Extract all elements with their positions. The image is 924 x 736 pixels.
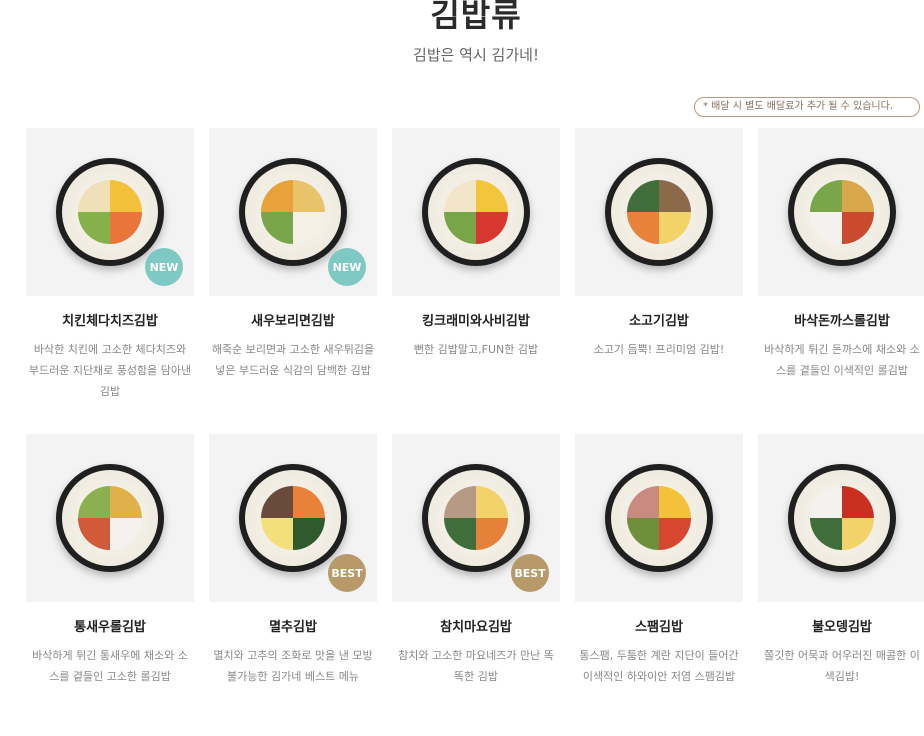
product-name[interactable]: 불오뎅김밥 <box>758 616 924 635</box>
product-image[interactable] <box>575 434 743 602</box>
product-description: 바삭하게 튀긴 통새우에 채소와 소스를 곁들인 고소한 롤김밥 <box>32 649 188 683</box>
kimbap-roll-image <box>605 464 713 572</box>
kimbap-roll-image <box>239 158 347 266</box>
product-name[interactable]: 킹크래미와사비김밥 <box>392 310 560 329</box>
filling <box>627 180 691 244</box>
rice-layer <box>611 164 707 260</box>
product-card[interactable]: NEW 치킨체다치즈김밥바삭한 치킨에 고소한 체다치즈와 부드러운 지단채로 풍… <box>26 128 194 430</box>
product-name[interactable]: 새우보리면김밥 <box>209 310 377 329</box>
rice-layer <box>794 470 890 566</box>
best-badge: BEST <box>328 554 366 592</box>
product-description: 참치와 고소한 마요네즈가 만난 똑똑한 김밥 <box>398 649 554 683</box>
product-grid: NEW 치킨체다치즈김밥바삭한 치킨에 고소한 체다치즈와 부드러운 지단채로 풍… <box>26 128 924 736</box>
product-image[interactable] <box>758 434 924 602</box>
filling <box>261 180 325 244</box>
product-image[interactable]: BEST <box>209 434 377 602</box>
product-card[interactable]: BEST 멸추김밥멸치와 고추의 조화로 맛을 낸 모방불가능한 김가네 베스트 … <box>209 434 377 736</box>
product-description: 바삭한 치킨에 고소한 체다치즈와 부드러운 지단채로 풍성함을 담아낸 김밥 <box>28 343 192 398</box>
product-description: 바삭하게 튀긴 돈까스에 채소와 소스를 곁들인 이색적인 롤김밥 <box>764 343 920 377</box>
kimbap-roll-image <box>788 158 896 266</box>
kimbap-roll-image <box>56 464 164 572</box>
product-image[interactable] <box>26 434 194 602</box>
product-name[interactable]: 바삭돈까스롤김밥 <box>758 310 924 329</box>
kimbap-roll-image <box>239 464 347 572</box>
product-description: 통스팸, 두툼한 계란 지단이 들어간 이색적인 하와이안 저염 스팸김밥 <box>579 649 739 683</box>
product-card[interactable]: 불오뎅김밥쫄깃한 어묵과 어우러진 매콤한 이색김밥! <box>758 434 924 736</box>
product-description: 해죽순 보리면과 고소한 새우튀김을 넣은 부드러운 식감의 담백한 김밥 <box>211 343 375 377</box>
kimbap-roll-image <box>422 158 530 266</box>
rice-layer <box>428 164 524 260</box>
page-subtitle: 김밥은 역시 김가네! <box>413 46 539 64</box>
product-card[interactable]: 바삭돈까스롤김밥바삭하게 튀긴 돈까스에 채소와 소스를 곁들인 이색적인 롤김… <box>758 128 924 430</box>
rice-layer <box>611 470 707 566</box>
product-name[interactable]: 소고기김밥 <box>575 310 743 329</box>
new-badge: NEW <box>145 248 183 286</box>
kimbap-roll-image <box>422 464 530 572</box>
product-name[interactable]: 멸추김밥 <box>209 616 377 635</box>
filling <box>78 486 142 550</box>
filling <box>78 180 142 244</box>
kimbap-roll-image <box>788 464 896 572</box>
filling <box>810 486 874 550</box>
rice-layer <box>245 470 341 566</box>
product-name[interactable]: 스팸김밥 <box>575 616 743 635</box>
kimbap-roll-image <box>56 158 164 266</box>
product-image[interactable] <box>758 128 924 296</box>
product-image[interactable]: NEW <box>26 128 194 296</box>
best-badge: BEST <box>511 554 549 592</box>
product-card[interactable]: NEW 새우보리면김밥해죽순 보리면과 고소한 새우튀김을 넣은 부드러운 식감의… <box>209 128 377 430</box>
page-title: 김밥류 <box>430 0 522 34</box>
filling <box>444 486 508 550</box>
kimbap-roll-image <box>605 158 713 266</box>
rice-layer <box>62 164 158 260</box>
product-image[interactable] <box>392 128 560 296</box>
product-description: 소고기 듬뿍! 프리미엄 김밥! <box>593 343 725 356</box>
product-image[interactable] <box>575 128 743 296</box>
filling <box>810 180 874 244</box>
product-name[interactable]: 참치마요김밥 <box>392 616 560 635</box>
product-description: 멸치와 고추의 조화로 맛을 낸 모방불가능한 김가네 베스트 메뉴 <box>213 649 373 683</box>
product-description: 뻔한 김밥말고,FUN한 김밥 <box>413 343 539 356</box>
filling <box>627 486 691 550</box>
delivery-notice: * 배달 시 별도 배달료가 추가 될 수 있습니다. <box>694 97 920 117</box>
rice-layer <box>245 164 341 260</box>
rice-layer <box>794 164 890 260</box>
rice-layer <box>62 470 158 566</box>
product-name[interactable]: 통새우롤김밥 <box>26 616 194 635</box>
product-card[interactable]: 스팸김밥통스팸, 두툼한 계란 지단이 들어간 이색적인 하와이안 저염 스팸김… <box>575 434 743 736</box>
product-name[interactable]: 치킨체다치즈김밥 <box>26 310 194 329</box>
product-card[interactable]: 통새우롤김밥바삭하게 튀긴 통새우에 채소와 소스를 곁들인 고소한 롤김밥 <box>26 434 194 736</box>
filling <box>261 486 325 550</box>
product-card[interactable]: 소고기김밥소고기 듬뿍! 프리미엄 김밥! <box>575 128 743 430</box>
product-description: 쫄깃한 어묵과 어우러진 매콤한 이색김밥! <box>764 649 920 683</box>
new-badge: NEW <box>328 248 366 286</box>
product-image[interactable]: NEW <box>209 128 377 296</box>
product-card[interactable]: 킹크래미와사비김밥뻔한 김밥말고,FUN한 김밥 <box>392 128 560 430</box>
filling <box>444 180 508 244</box>
product-card[interactable]: BEST 참치마요김밥참치와 고소한 마요네즈가 만난 똑똑한 김밥 <box>392 434 560 736</box>
product-image[interactable]: BEST <box>392 434 560 602</box>
rice-layer <box>428 470 524 566</box>
